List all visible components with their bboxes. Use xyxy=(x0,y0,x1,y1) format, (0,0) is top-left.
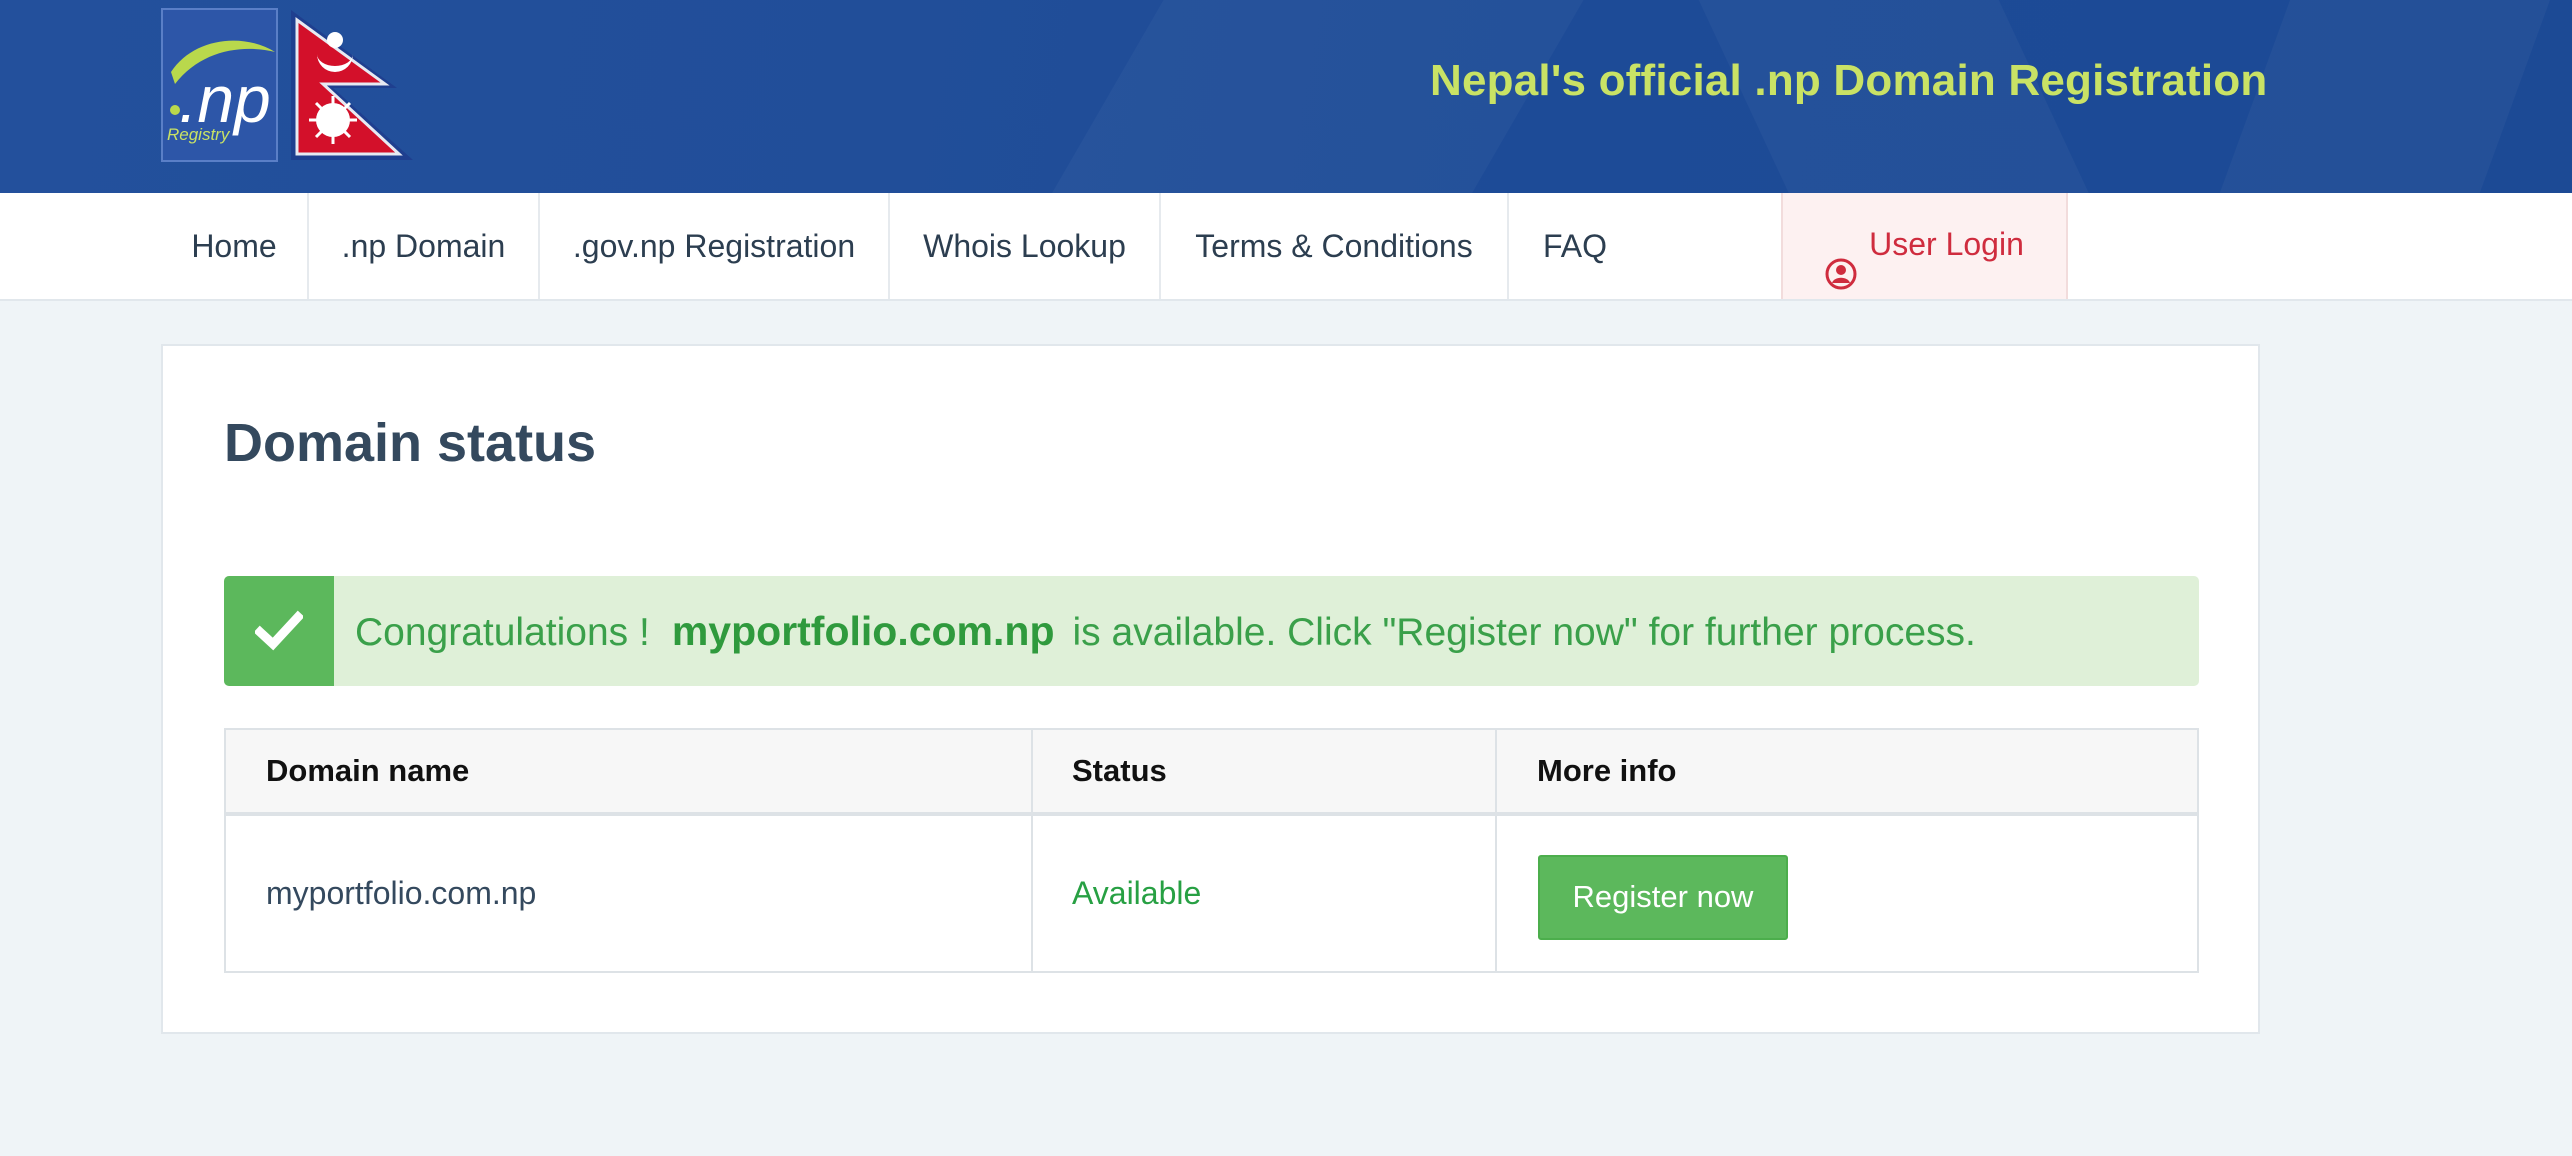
column-header-more-info: More info xyxy=(1537,753,1677,788)
nav-item-terms-conditions[interactable]: Terms & Conditions xyxy=(1161,193,1509,299)
page-title: Domain status xyxy=(224,413,597,473)
nav-item-faq[interactable]: FAQ xyxy=(1509,193,1641,299)
nav-item-label: Terms & Conditions xyxy=(1195,228,1473,264)
nepal-flag-logo xyxy=(287,8,417,162)
alert-prefix: Congratulations ! xyxy=(355,611,650,654)
user-login-label: User Login xyxy=(1869,226,2024,262)
nav-item-label: Whois Lookup xyxy=(923,228,1126,264)
user-login-button[interactable]: User Login xyxy=(1781,193,2068,299)
availability-alert: Congratulations ! myportfolio.com.np is av… xyxy=(224,576,2199,686)
nav-item-whois-lookup[interactable]: Whois Lookup xyxy=(890,193,1161,299)
np-registry-logo[interactable]: .np Registry xyxy=(161,8,278,162)
nav-item-label: Home xyxy=(191,228,277,264)
domain-status-card: Domain status Congratulations ! myportfol… xyxy=(161,344,2260,1034)
alert-icon-box xyxy=(224,576,334,686)
column-divider xyxy=(1031,730,1033,971)
nav-item-gov-np-registration[interactable]: .gov.np Registration xyxy=(540,193,890,299)
alert-domain-name: myportfolio.com.np xyxy=(671,608,1055,654)
nav-item-label: .gov.np Registration xyxy=(572,228,856,264)
column-divider xyxy=(1495,730,1497,971)
svg-text:Registry: Registry xyxy=(167,125,231,144)
main-navigation: Home .np Domain .gov.np Registration Who… xyxy=(0,193,2572,301)
alert-suffix: is available. Click "Register now" for f… xyxy=(1072,611,1976,654)
site-header: .np Registry Nepal's official .np Domain… xyxy=(0,0,2572,193)
nav-item-label: FAQ xyxy=(1542,228,1607,264)
column-header-status: Status xyxy=(1072,753,1167,788)
domain-status-table: Domain name Status More info myportfolio… xyxy=(224,728,2199,973)
register-now-button[interactable]: Register now xyxy=(1538,855,1788,940)
nav-item-np-domain[interactable]: .np Domain xyxy=(309,193,540,299)
alert-message: Congratulations ! myportfolio.com.np is av… xyxy=(355,576,1976,686)
check-icon xyxy=(255,610,303,651)
row-domain-name: myportfolio.com.np xyxy=(266,875,537,911)
column-header-domain-name: Domain name xyxy=(266,753,470,788)
nav-item-label: .np Domain xyxy=(341,228,506,264)
user-circle-icon xyxy=(1825,228,1857,290)
row-status: Available xyxy=(1072,875,1202,911)
table-header-row xyxy=(226,730,2197,816)
site-title: Nepal's official .np Domain Registration xyxy=(1430,56,2268,105)
nav-item-home[interactable]: Home xyxy=(161,193,309,299)
